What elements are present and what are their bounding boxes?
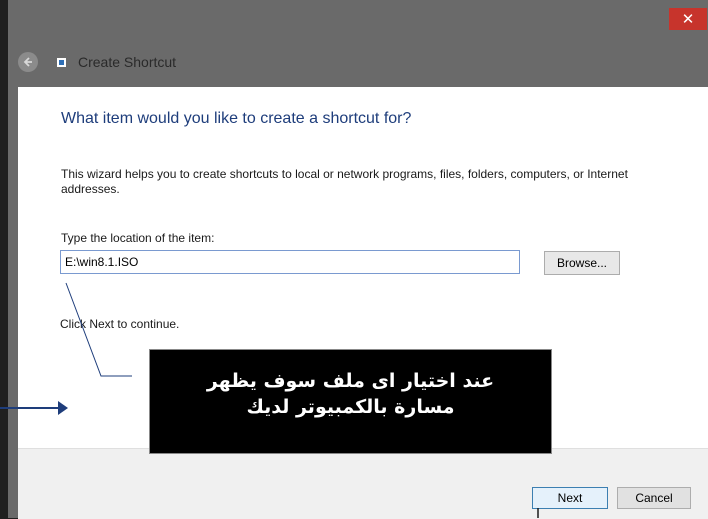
browse-button[interactable]: Browse... <box>544 251 620 275</box>
next-hint-text: Click Next to continue. <box>60 317 180 331</box>
wizard-description: This wizard helps you to create shortcut… <box>61 167 628 196</box>
close-button[interactable]: ✕ <box>669 8 707 30</box>
shortcut-icon <box>57 57 66 67</box>
annotation-callout: عند اختيار اى ملف سوف يظهر مسارة بالكمبي… <box>149 349 552 454</box>
title-bar: Create Shortcut <box>18 48 176 76</box>
next-button[interactable]: Next <box>532 487 608 509</box>
page-title: What item would you like to create a sho… <box>61 110 412 127</box>
wizard-footer: Next Cancel <box>18 448 708 519</box>
cancel-button[interactable]: Cancel <box>617 487 691 509</box>
back-arrow-icon <box>23 57 32 67</box>
close-icon: ✕ <box>681 10 695 28</box>
window-title: Create Shortcut <box>78 54 177 70</box>
location-input[interactable] <box>60 250 520 274</box>
location-label: Type the location of the item: <box>61 231 215 245</box>
back-button[interactable] <box>18 52 38 72</box>
